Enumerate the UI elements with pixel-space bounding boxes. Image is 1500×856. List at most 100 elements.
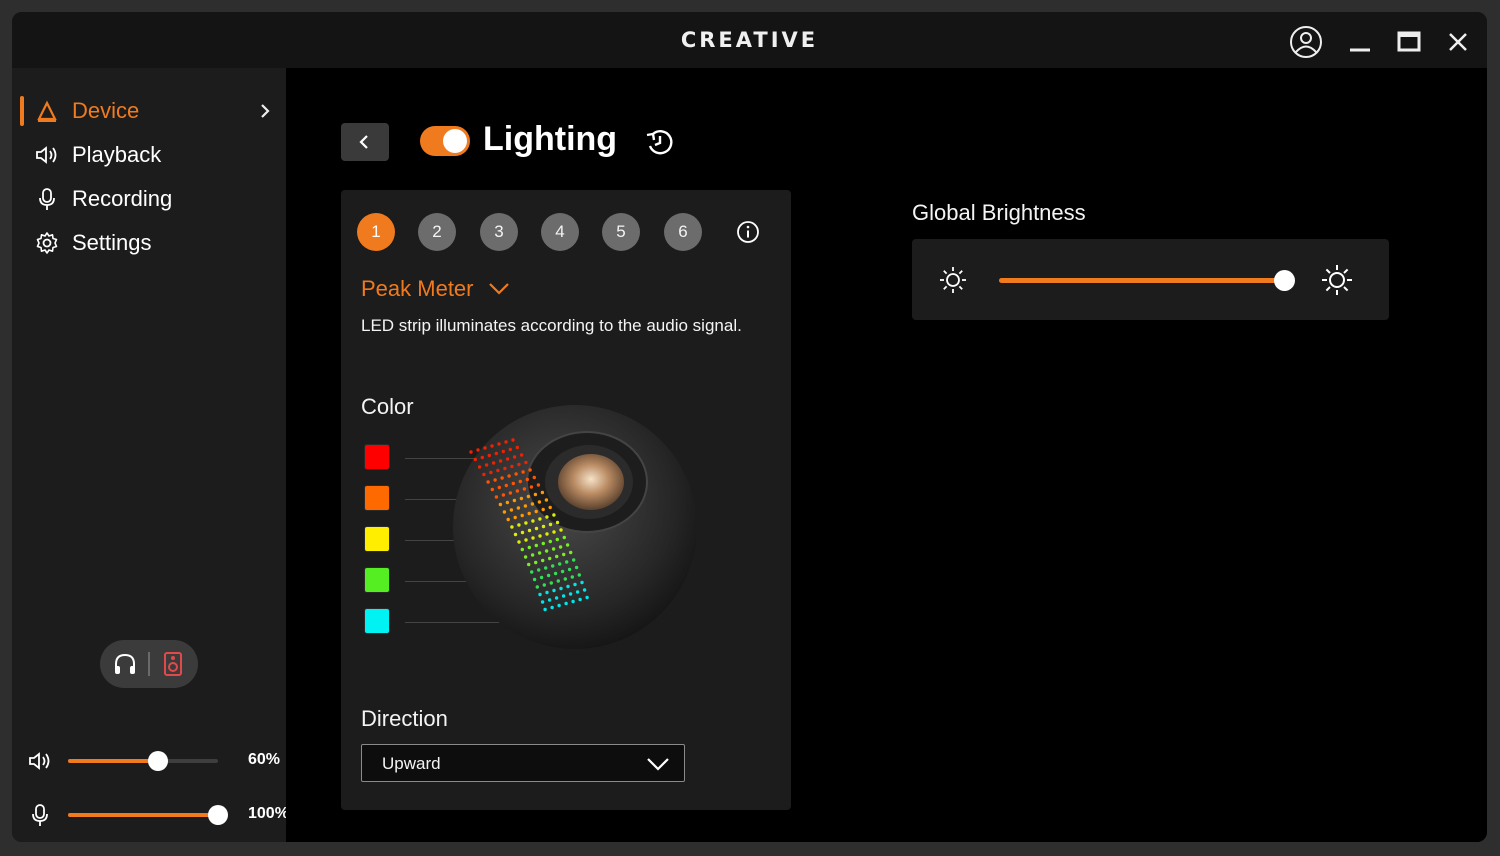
- speaker-led-dot: [537, 500, 542, 504]
- preset-button-4[interactable]: 4: [541, 213, 579, 251]
- close-icon: [1449, 33, 1467, 51]
- speaker-led-dot: [547, 598, 552, 602]
- speaker-led-dot: [548, 505, 552, 510]
- volume-slider-fill: [68, 759, 158, 763]
- title-bar: CREATIVE: [12, 12, 1487, 68]
- mic-control: 100%: [26, 800, 289, 830]
- color-swatch-1[interactable]: [364, 444, 390, 470]
- sidebar-item-recording[interactable]: Recording: [12, 179, 286, 219]
- speaker-led-dot: [564, 601, 568, 606]
- speaker-led-dot: [555, 537, 559, 542]
- speaker-led-dot: [501, 493, 506, 497]
- speaker-led-dot: [570, 575, 574, 579]
- sidebar-item-device[interactable]: Device: [12, 91, 286, 131]
- sidebar-item-label: Recording: [72, 186, 173, 211]
- microphone-icon: [34, 186, 60, 212]
- speaker-led-dot: [534, 560, 538, 565]
- account-button[interactable]: [1288, 24, 1324, 60]
- speaker-led-dot: [541, 507, 545, 512]
- speaker-led-dot: [504, 483, 508, 488]
- minimize-button[interactable]: [1342, 24, 1378, 60]
- speaker-led-dot: [563, 577, 567, 581]
- speaker-led-dot: [517, 462, 521, 467]
- preset-button-1[interactable]: 1: [357, 213, 395, 251]
- mic-slider[interactable]: [68, 805, 228, 825]
- speaker-led-dot: [528, 468, 532, 472]
- speaker-led-dot: [582, 588, 587, 592]
- speaker-led-dot: [542, 583, 546, 587]
- speaker-led-dot: [497, 485, 501, 490]
- brand-logo: CREATIVE: [680, 28, 819, 52]
- speaker-led-dot: [580, 580, 584, 585]
- color-swatch-5[interactable]: [364, 608, 390, 634]
- preset-button-3[interactable]: 3: [480, 213, 518, 251]
- speaker-icon: [34, 142, 60, 168]
- volume-slider-knob[interactable]: [148, 751, 168, 771]
- info-icon[interactable]: [736, 220, 760, 244]
- speaker-device-button[interactable]: [158, 649, 188, 679]
- speaker-led-dot: [519, 453, 524, 457]
- speaker-led-dot: [503, 466, 507, 471]
- speaker-led-dot: [477, 465, 482, 469]
- chevron-right-icon: [261, 104, 270, 118]
- headphones-button[interactable]: [110, 649, 140, 679]
- brightness-low-icon: [940, 267, 966, 293]
- speaker-volume-icon: [26, 748, 54, 774]
- sidebar: Device Playback Recording Settings 60% 1…: [12, 68, 289, 842]
- lighting-mode-dropdown[interactable]: Peak Meter: [361, 274, 510, 304]
- speaker-device-icon: [164, 652, 182, 676]
- speaker-led-dot: [551, 564, 555, 568]
- global-brightness-title: Global Brightness: [912, 200, 1086, 225]
- preset-button-2[interactable]: 2: [418, 213, 456, 251]
- sidebar-item-playback[interactable]: Playback: [12, 135, 286, 175]
- speaker-led-dot: [491, 461, 496, 465]
- speaker-led-dot: [527, 545, 531, 550]
- color-swatch-2[interactable]: [364, 485, 390, 511]
- volume-slider[interactable]: [68, 751, 218, 771]
- speaker-led-dot: [500, 476, 504, 480]
- speaker-led-dot: [552, 588, 556, 593]
- reset-button[interactable]: [642, 124, 678, 160]
- direction-dropdown[interactable]: Upward: [361, 744, 685, 782]
- speaker-led-dot: [511, 481, 515, 486]
- speaker-led-dot: [510, 525, 514, 529]
- speaker-led-dot: [568, 592, 573, 596]
- color-swatch-3[interactable]: [364, 526, 390, 552]
- speaker-led-dot: [469, 450, 473, 454]
- brightness-slider-knob[interactable]: [1274, 270, 1296, 291]
- close-button[interactable]: [1440, 24, 1476, 60]
- chevron-down-icon: [488, 283, 509, 295]
- speaker-led-dot: [498, 502, 503, 507]
- speaker-led-dot: [574, 565, 579, 570]
- speaker-led-dot: [534, 509, 538, 514]
- mic-slider-knob[interactable]: [208, 805, 228, 825]
- sidebar-item-settings[interactable]: Settings: [12, 223, 286, 263]
- mic-value: 100%: [248, 805, 289, 822]
- speaker-led-dot: [553, 571, 558, 576]
- back-button[interactable]: [341, 123, 389, 161]
- speaker-led-dot: [541, 524, 546, 529]
- maximize-button[interactable]: [1391, 24, 1427, 60]
- speaker-led-dot: [505, 457, 510, 461]
- speaker-led-dot: [545, 515, 549, 519]
- speaker-led-dot: [537, 551, 542, 555]
- brightness-slider[interactable]: [999, 270, 1296, 291]
- speaker-led-dot: [541, 541, 545, 546]
- speaker-led-dot: [508, 491, 513, 495]
- maximize-icon: [1397, 31, 1421, 52]
- speaker-led-dot: [476, 448, 480, 452]
- speaker-led-dot: [494, 495, 499, 499]
- speaker-led-dot: [559, 528, 563, 532]
- preset-button-6[interactable]: 6: [664, 213, 702, 251]
- preset-button-5[interactable]: 5: [602, 213, 640, 251]
- speaker-led-dot: [524, 521, 528, 525]
- speaker-led-dot: [549, 581, 553, 585]
- speaker-led-dot: [515, 445, 519, 450]
- speaker-led-dot: [523, 504, 528, 508]
- speaker-led-dot: [494, 451, 498, 456]
- speaker-led-dot: [536, 483, 541, 487]
- speaker-led-dot: [546, 573, 551, 578]
- lighting-toggle[interactable]: [420, 126, 470, 156]
- color-swatch-4[interactable]: [364, 567, 390, 593]
- speaker-led-dot: [544, 549, 549, 553]
